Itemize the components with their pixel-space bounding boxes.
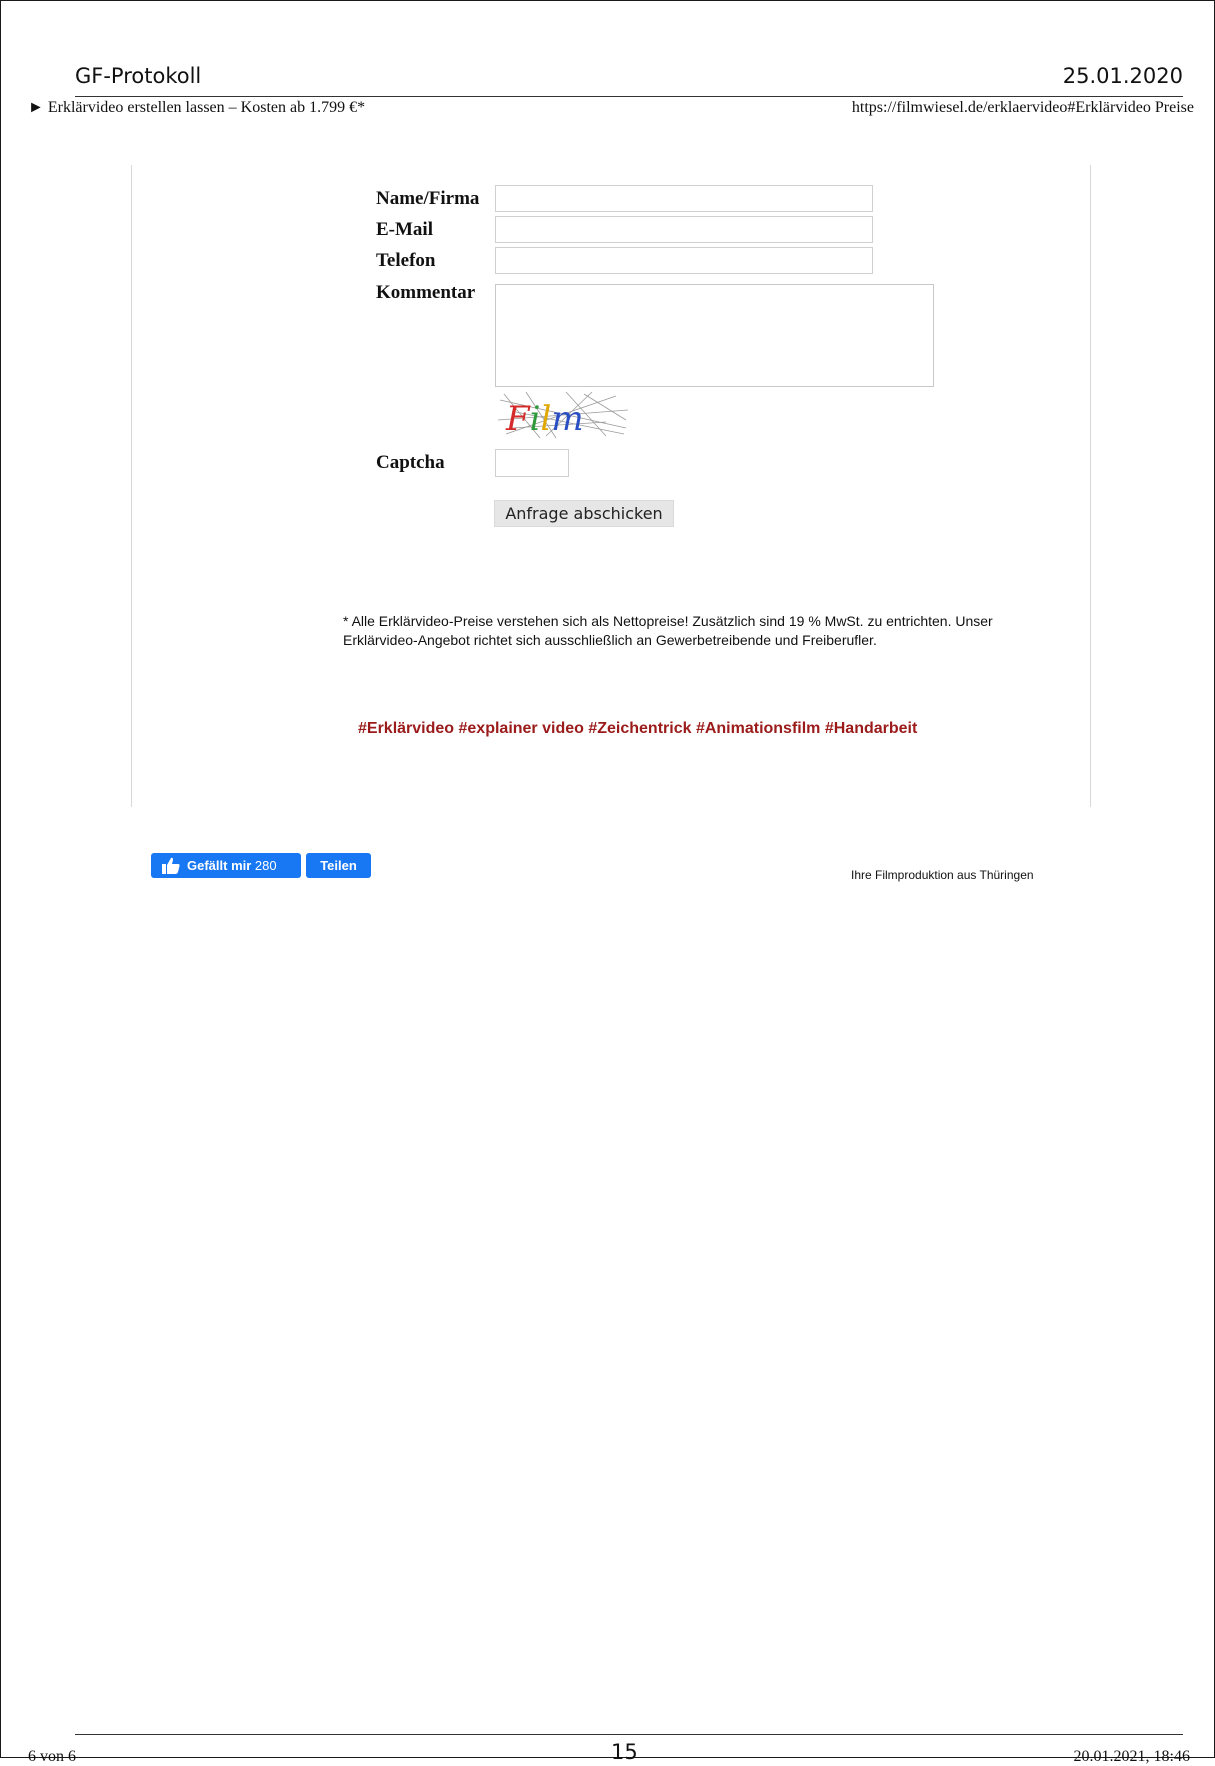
protocol-header: GF-Protokoll 25.01.2020: [75, 62, 1183, 97]
like-count: 280: [254, 858, 277, 873]
protocol-title: GF-Protokoll: [75, 64, 202, 88]
facebook-like-button[interactable]: Gefällt mir 280: [151, 853, 301, 878]
page-number: 15: [611, 1740, 638, 1764]
name-label: Name/Firma: [376, 188, 480, 209]
email-label: E-Mail: [376, 219, 433, 240]
price-footnote: * Alle Erklärvideo-Preise verstehen sich…: [343, 613, 993, 648]
facebook-share-button[interactable]: Teilen: [306, 853, 371, 878]
footer-tagline: Ihre Filmproduktion aus Thüringen: [851, 868, 1034, 882]
phone-field[interactable]: [495, 247, 873, 274]
footer-rule: [75, 1734, 1183, 1735]
captcha-image: Film: [497, 391, 629, 439]
print-page-title: ► Erklärvideo erstellen lassen – Kosten …: [28, 99, 366, 116]
comment-textarea[interactable]: [495, 284, 934, 387]
submit-button[interactable]: Anfrage abschicken: [494, 500, 674, 527]
captcha-label: Captcha: [376, 452, 445, 473]
protocol-date: 25.01.2020: [1062, 64, 1183, 88]
phone-label: Telefon: [376, 250, 436, 271]
hashtag-links[interactable]: #Erklärvideo #explainer video #Zeichentr…: [358, 720, 917, 738]
captcha-text: Film: [505, 399, 584, 439]
print-timestamp: 20.01.2021, 18:46: [1073, 1748, 1190, 1765]
thumbs-up-icon: [162, 857, 180, 874]
email-field[interactable]: [495, 216, 873, 243]
like-label: Gefällt mir: [187, 858, 252, 873]
comment-label: Kommentar: [376, 282, 476, 303]
page-count: 6 von 6: [28, 1748, 76, 1765]
print-page-url[interactable]: https://filmwiesel.de/erklaervideo#Erklä…: [852, 99, 1194, 117]
captcha-field[interactable]: [495, 449, 569, 477]
name-field[interactable]: [495, 185, 873, 212]
